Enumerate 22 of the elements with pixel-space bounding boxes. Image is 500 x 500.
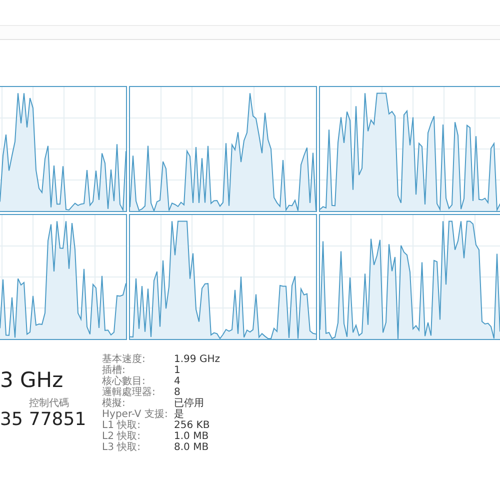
detail-value: 1.99 GHz bbox=[174, 354, 220, 365]
detail-label: 基本速度: bbox=[102, 354, 146, 365]
detail-label: 核心數目: bbox=[102, 376, 146, 387]
detail-label: L2 快取: bbox=[102, 431, 142, 442]
detail-value: 8.0 MB bbox=[174, 442, 210, 453]
detail-value: 256 KB bbox=[174, 420, 211, 431]
detail-label: 邏輯處理器: bbox=[102, 387, 156, 398]
detail-value: 1 bbox=[174, 365, 182, 376]
detail-value: 1.0 MB bbox=[174, 431, 210, 442]
detail-value: 8 bbox=[174, 387, 182, 398]
handles-value: 77851 bbox=[28, 409, 86, 430]
detail-label: L3 快取: bbox=[102, 442, 142, 453]
detail-label: 插槽: bbox=[102, 365, 126, 376]
speed-value: 3 GHz bbox=[0, 368, 64, 392]
threads-value: 35 bbox=[0, 409, 23, 430]
detail-value: 已停用 bbox=[174, 398, 205, 409]
detail-label: L1 快取: bbox=[102, 420, 142, 431]
detail-value: 4 bbox=[174, 376, 182, 387]
detail-label: 模擬: bbox=[102, 398, 126, 409]
detail-value: 是 bbox=[174, 409, 185, 420]
handles-label: 控制代碼 bbox=[28, 396, 70, 409]
detail-label: Hyper-V 支援: bbox=[102, 409, 169, 420]
